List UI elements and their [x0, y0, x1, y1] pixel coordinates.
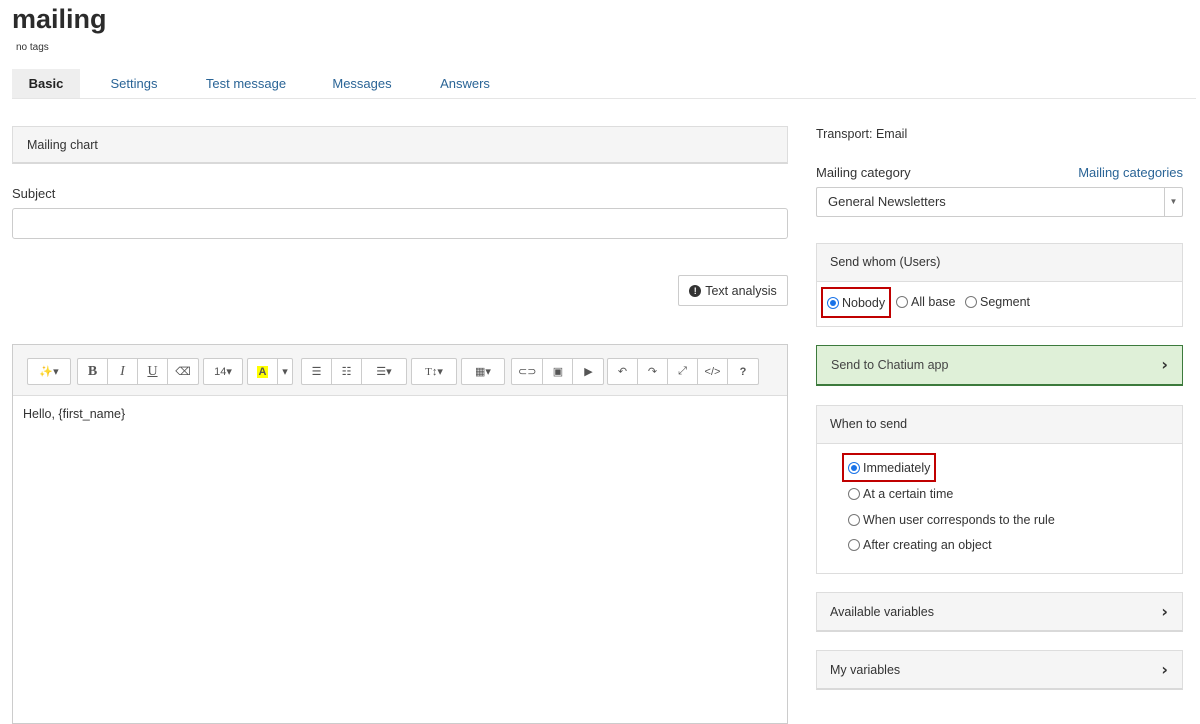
numbered-list-icon[interactable]: ☷ — [332, 359, 362, 384]
code-view-icon[interactable]: </> — [698, 359, 728, 384]
toolbar-group-font: B I U ⌫ — [77, 358, 199, 385]
subject-label: Subject — [12, 186, 56, 201]
toolbar-group-insert: ⊂⊃ ▣ ▶ — [511, 358, 605, 385]
help-icon[interactable]: ? — [728, 359, 758, 384]
radio-unchecked-icon — [896, 296, 908, 308]
tab-settings[interactable]: Settings — [106, 69, 162, 98]
radio-immediately-label: Immediately — [863, 460, 931, 475]
font-size-dropdown[interactable]: 14▾ — [204, 359, 242, 384]
editor-toolbar: ✨▾ B I U ⌫ 14▾ A ▾ ☰ ☷ ☰▾ T↕▾ ▦▾ ⊂⊃ ▣ ▶ … — [13, 345, 787, 396]
text-analysis-button[interactable]: ! Text analysis — [678, 275, 788, 306]
radio-user-rule-label: When user corresponds to the rule — [863, 513, 1055, 527]
table-icon[interactable]: ▦▾ — [462, 359, 504, 384]
radio-unchecked-icon — [848, 539, 860, 551]
mailing-chart-panel[interactable]: Mailing chart — [12, 126, 788, 164]
available-variables-panel[interactable]: Available variables › — [816, 592, 1183, 632]
when-to-send-title: When to send — [817, 406, 1182, 444]
radio-after-object[interactable]: After creating an object — [848, 538, 992, 552]
radio-immediately[interactable]: Immediately — [842, 453, 937, 482]
radio-all-base[interactable]: All base — [896, 295, 955, 309]
redo-icon[interactable]: ↷ — [638, 359, 668, 384]
send-whom-panel: Send whom (Users) Nobody All base Segmen… — [816, 243, 1183, 327]
subject-input[interactable] — [12, 208, 788, 239]
radio-checked-icon — [848, 461, 860, 474]
radio-user-rule[interactable]: When user corresponds to the rule — [848, 513, 1055, 527]
chevron-right-icon: › — [1161, 355, 1168, 374]
radio-nobody[interactable]: Nobody — [821, 287, 892, 318]
available-variables-label: Available variables — [830, 605, 934, 619]
page-title: mailing — [12, 4, 107, 34]
underline-button[interactable]: U — [138, 359, 168, 384]
radio-unchecked-icon — [848, 514, 860, 526]
send-to-chatium-label: Send to Chatium app — [831, 358, 949, 372]
editor-content[interactable]: Hello, {first_name} — [23, 407, 125, 421]
tab-messages[interactable]: Messages — [330, 69, 394, 98]
my-variables-label: My variables — [830, 663, 901, 677]
exclamation-icon: ! — [689, 284, 702, 297]
transport-label: Transport: Email — [816, 127, 908, 141]
toolbar-group-misc: ↶ ↷ ⤢ </> ? — [607, 358, 759, 385]
my-variables-panel[interactable]: My variables › — [816, 650, 1183, 690]
radio-checked-icon — [827, 296, 839, 309]
eraser-icon[interactable]: ⌫ — [168, 359, 198, 384]
radio-all-base-label: All base — [911, 295, 956, 309]
tab-answers[interactable]: Answers — [436, 69, 494, 98]
mailing-category-value: General Newsletters — [828, 194, 946, 209]
mailing-category-select[interactable]: General Newsletters ▼ — [816, 187, 1183, 217]
toolbar-group-style: ✨▾ — [27, 358, 71, 385]
radio-nobody-label: Nobody — [842, 295, 886, 310]
tags-label: no tags — [16, 42, 49, 53]
video-icon[interactable]: ▶ — [573, 359, 603, 384]
text-height-icon[interactable]: T↕▾ — [412, 359, 456, 384]
link-icon[interactable]: ⊂⊃ — [512, 359, 544, 384]
chevron-down-icon[interactable]: ▼ — [1164, 188, 1182, 216]
mailing-category-label: Mailing category — [816, 165, 911, 180]
bold-button[interactable]: B — [78, 359, 108, 384]
chevron-right-icon: › — [1161, 660, 1168, 679]
radio-segment[interactable]: Segment — [965, 295, 1030, 309]
rich-text-editor[interactable]: ✨▾ B I U ⌫ 14▾ A ▾ ☰ ☷ ☰▾ T↕▾ ▦▾ ⊂⊃ ▣ ▶ … — [12, 344, 788, 724]
toolbar-group-lists: ☰ ☷ ☰▾ — [301, 358, 407, 385]
highlight-icon: A — [256, 365, 269, 378]
when-to-send-panel: When to send Immediately At a certain ti… — [816, 405, 1183, 574]
color-dropdown-icon[interactable]: ▾ — [278, 359, 292, 384]
radio-certain-time[interactable]: At a certain time — [848, 487, 953, 501]
toolbar-group-height: T↕▾ — [411, 358, 457, 385]
mailing-categories-link[interactable]: Mailing categories — [1078, 165, 1183, 180]
send-to-chatium-button[interactable]: Send to Chatium app › — [816, 345, 1183, 386]
radio-certain-time-label: At a certain time — [863, 487, 954, 501]
radio-segment-label: Segment — [980, 295, 1031, 309]
highlight-color-button[interactable]: A — [248, 359, 278, 384]
italic-button[interactable]: I — [108, 359, 138, 384]
text-analysis-label: Text analysis — [705, 283, 777, 298]
toolbar-group-table: ▦▾ — [461, 358, 505, 385]
radio-after-object-label: After creating an object — [863, 538, 992, 552]
magic-wand-icon[interactable]: ✨▾ — [28, 359, 70, 384]
radio-unchecked-icon — [848, 488, 860, 500]
send-whom-title: Send whom (Users) — [817, 244, 1182, 282]
tab-basic[interactable]: Basic — [12, 69, 80, 98]
radio-unchecked-icon — [965, 296, 977, 308]
fullscreen-icon[interactable]: ⤢ — [668, 359, 698, 384]
toolbar-group-color: A ▾ — [247, 358, 293, 385]
toolbar-group-size: 14▾ — [203, 358, 243, 385]
tab-bar: Basic Settings Test message Messages Ans… — [12, 69, 1196, 99]
image-icon[interactable]: ▣ — [543, 359, 574, 384]
align-dropdown-icon[interactable]: ☰▾ — [362, 359, 406, 384]
bullet-list-icon[interactable]: ☰ — [302, 359, 332, 384]
chevron-right-icon: › — [1161, 602, 1168, 621]
tab-test-message[interactable]: Test message — [202, 69, 290, 98]
undo-icon[interactable]: ↶ — [608, 359, 638, 384]
